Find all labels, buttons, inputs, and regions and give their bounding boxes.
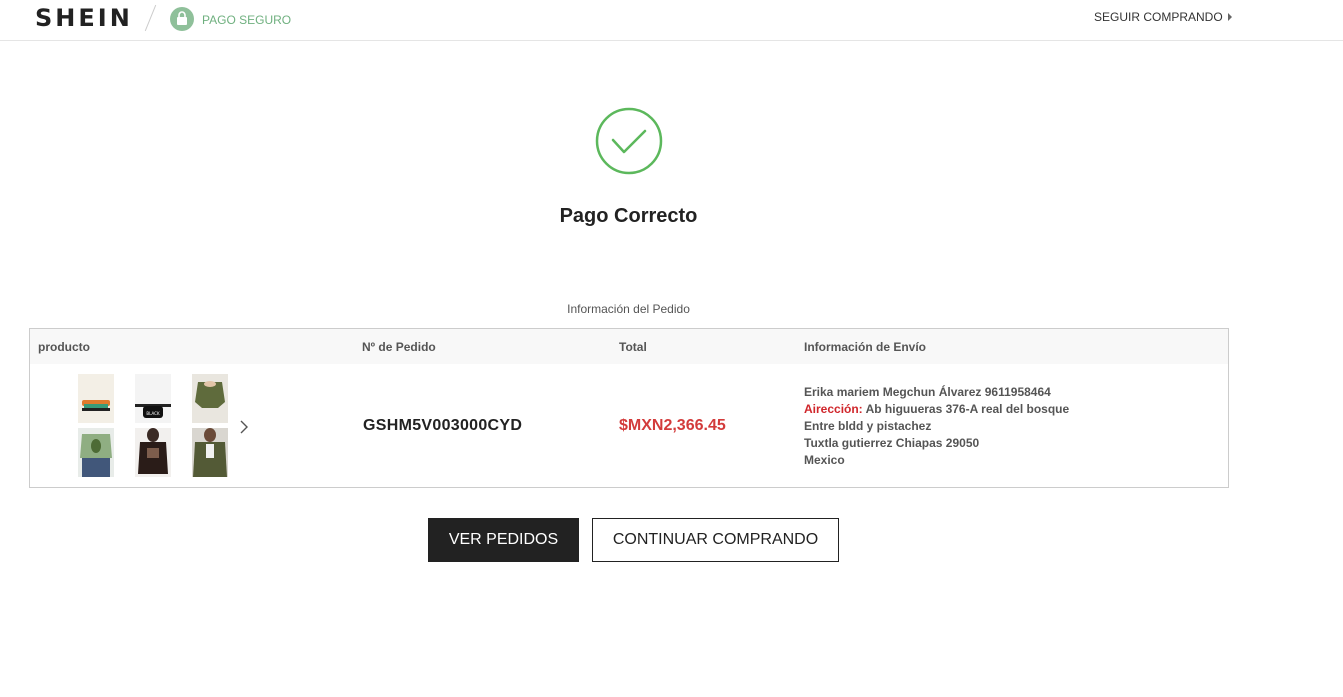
- product-thumb-sandals[interactable]: [78, 374, 114, 423]
- product-thumb-bum-bag[interactable]: BLACK: [135, 374, 171, 423]
- shipping-city: Tuxtla gutierrez Chiapas 29050: [804, 436, 980, 450]
- order-info-heading: Información del Pedido: [567, 302, 690, 316]
- svg-text:BLACK: BLACK: [146, 411, 160, 416]
- product-thumb-olive-top[interactable]: [192, 374, 228, 423]
- check-circle-icon: [595, 107, 663, 175]
- order-total: $MXN2,366.45: [619, 417, 726, 434]
- view-orders-button[interactable]: VER PEDIDOS: [428, 518, 579, 562]
- address-label: Airección:: [804, 402, 863, 416]
- top-header: SHEIN PAGO SEGURO SEGUIR COMPRANDO: [0, 0, 1343, 41]
- column-header-total: Total: [619, 340, 647, 354]
- shipping-country: Mexico: [804, 453, 845, 467]
- product-thumb-avocado-tee[interactable]: [78, 428, 114, 477]
- column-header-order-no: Nº de Pedido: [362, 340, 436, 354]
- chevron-right-icon[interactable]: [238, 419, 250, 440]
- table-header: producto Nº de Pedido Total Información …: [30, 329, 1228, 364]
- order-number[interactable]: GSHM5V003000CYD: [363, 417, 522, 435]
- column-header-shipping: Información de Envío: [804, 340, 927, 354]
- shipping-info: Erika mariem Megchun Álvarez 9611958464 …: [804, 384, 1069, 469]
- product-thumb-olive-jacket[interactable]: [192, 428, 228, 477]
- shein-logo[interactable]: SHEIN: [35, 4, 133, 32]
- keep-shopping-link[interactable]: SEGUIR COMPRANDO: [1094, 10, 1223, 24]
- shipping-address: Airección: Ab higuueras 376-A real del b…: [804, 401, 1069, 418]
- address-line-1: Ab higuueras 376-A real del bosque: [865, 402, 1070, 416]
- continue-shopping-button[interactable]: CONTINUAR COMPRANDO: [592, 518, 839, 562]
- product-thumb-mesh-top[interactable]: [135, 428, 171, 477]
- lock-icon: [170, 7, 194, 31]
- caret-right-icon[interactable]: [1228, 13, 1232, 21]
- logo-divider: [144, 4, 157, 32]
- column-header-product: producto: [38, 340, 90, 354]
- address-line-2: Entre bldd y pistachez: [804, 419, 932, 433]
- table-row: BLACK GSHM5V003000CYD $MXN2,366.45 Erika…: [30, 364, 1228, 487]
- page-title: Pago Correcto: [559, 205, 698, 227]
- shipping-name-phone: Erika mariem Megchun Álvarez 9611958464: [804, 385, 1051, 399]
- secure-payment-label: PAGO SEGURO: [202, 13, 292, 27]
- order-table: producto Nº de Pedido Total Información …: [29, 328, 1229, 488]
